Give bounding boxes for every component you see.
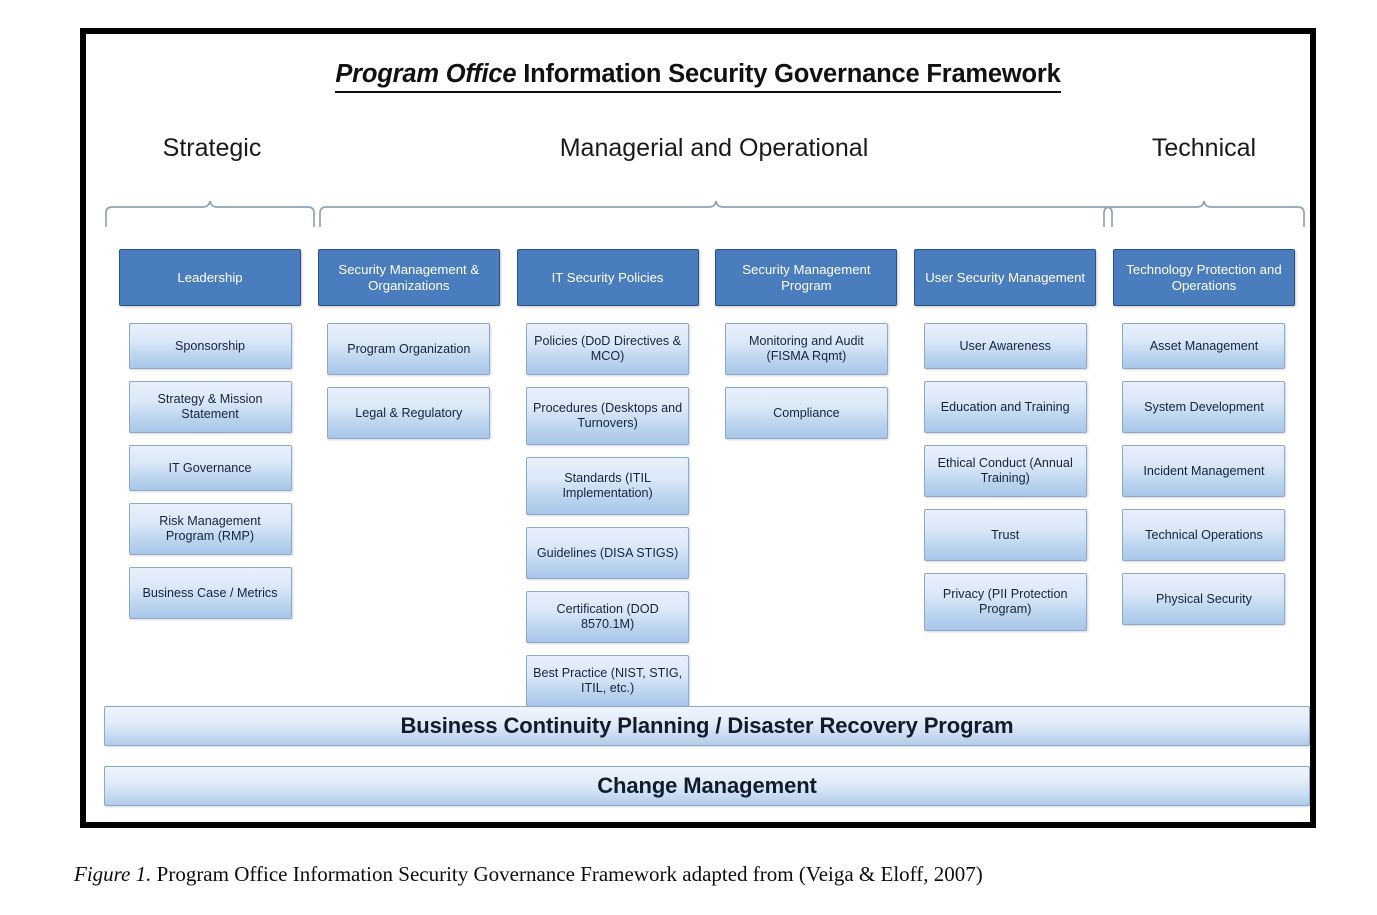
group-header-managerial-label: Managerial and Operational [559, 134, 869, 162]
group-header-technical-label: Technical [1151, 134, 1257, 162]
figure-caption-label: Figure 1. [74, 862, 152, 886]
diagram-title: Program Office Information Security Gove… [86, 60, 1310, 93]
diagram-frame: Program Office Information Security Gove… [80, 28, 1316, 828]
item-physical-security[interactable]: Physical Security [1122, 573, 1286, 625]
item-procedures-desktops-turnovers[interactable]: Procedures (Desktops and Turnovers) [526, 387, 690, 445]
item-business-case-metrics[interactable]: Business Case / Metrics [128, 567, 292, 619]
framework-columns: Leadership Sponsorship Strategy & Missio… [119, 249, 1295, 719]
column-technology-protection-operations: Technology Protection and Operations Ass… [1112, 249, 1295, 719]
item-program-organization[interactable]: Program Organization [327, 323, 491, 375]
item-it-governance[interactable]: IT Governance [128, 445, 292, 491]
item-privacy-pii-protection[interactable]: Privacy (PII Protection Program) [923, 573, 1087, 631]
item-certification-dod-8570[interactable]: Certification (DOD 8570.1M) [526, 591, 690, 643]
column-header-technology-protection-operations[interactable]: Technology Protection and Operations [1112, 249, 1295, 306]
bar-change-management[interactable]: Change Management [104, 766, 1310, 806]
bottom-bars: Business Continuity Planning / Disaster … [104, 706, 1310, 806]
item-best-practice[interactable]: Best Practice (NIST, STIG, ITIL, etc.) [526, 655, 690, 707]
bar-business-continuity-planning[interactable]: Business Continuity Planning / Disaster … [104, 706, 1310, 746]
item-strategy-mission-statement[interactable]: Strategy & Mission Statement [128, 381, 292, 433]
brace-strategic [104, 200, 316, 228]
item-user-awareness[interactable]: User Awareness [923, 323, 1087, 369]
column-header-security-management-organizations[interactable]: Security Management & Organizations [317, 249, 500, 306]
diagram-title-italic: Program Office [335, 60, 517, 88]
item-technical-operations[interactable]: Technical Operations [1122, 509, 1286, 561]
column-it-security-policies: IT Security Policies Policies (DoD Direc… [516, 249, 699, 719]
item-compliance[interactable]: Compliance [724, 387, 888, 439]
column-security-management-program: Security Management Program Monitoring a… [715, 249, 898, 719]
item-monitoring-audit-fisma[interactable]: Monitoring and Audit (FISMA Rqmt) [724, 323, 888, 375]
item-legal-regulatory[interactable]: Legal & Regulatory [327, 387, 491, 439]
group-header-strategic: Strategic [108, 134, 316, 163]
group-header-technical: Technical [1104, 134, 1304, 163]
figure-caption-text: Program Office Information Security Gove… [151, 862, 983, 886]
item-guidelines-disa-stigs[interactable]: Guidelines (DISA STIGS) [526, 527, 690, 579]
column-leadership: Leadership Sponsorship Strategy & Missio… [119, 249, 301, 719]
item-risk-management-program[interactable]: Risk Management Program (RMP) [128, 503, 292, 555]
figure-page: Program Office Information Security Gove… [0, 0, 1377, 915]
item-asset-management[interactable]: Asset Management [1122, 323, 1286, 369]
column-header-security-management-program[interactable]: Security Management Program [715, 249, 898, 306]
item-trust[interactable]: Trust [923, 509, 1087, 561]
column-user-security-management: User Security Management User Awareness … [914, 249, 1097, 719]
item-education-training[interactable]: Education and Training [923, 381, 1087, 433]
item-policies-dod-directives[interactable]: Policies (DoD Directives & MCO) [526, 323, 690, 375]
figure-caption: Figure 1. Program Office Information Sec… [74, 862, 1314, 887]
column-security-management-organizations: Security Management & Organizations Prog… [317, 249, 500, 719]
diagram-title-rest: Information Security Governance Framewor… [516, 60, 1061, 88]
item-sponsorship[interactable]: Sponsorship [128, 323, 292, 369]
item-ethical-conduct[interactable]: Ethical Conduct (Annual Training) [923, 445, 1087, 497]
item-incident-management[interactable]: Incident Management [1122, 445, 1286, 497]
item-standards-itil[interactable]: Standards (ITIL Implementation) [526, 457, 690, 515]
group-header-strategic-label: Strategic [162, 134, 262, 162]
column-header-it-security-policies[interactable]: IT Security Policies [516, 249, 699, 306]
brace-technical [1102, 200, 1306, 228]
brace-managerial [318, 200, 1114, 228]
group-header-managerial: Managerial and Operational [314, 134, 1114, 163]
item-system-development[interactable]: System Development [1122, 381, 1286, 433]
column-header-user-security-management[interactable]: User Security Management [914, 249, 1097, 306]
column-header-leadership[interactable]: Leadership [119, 249, 301, 306]
